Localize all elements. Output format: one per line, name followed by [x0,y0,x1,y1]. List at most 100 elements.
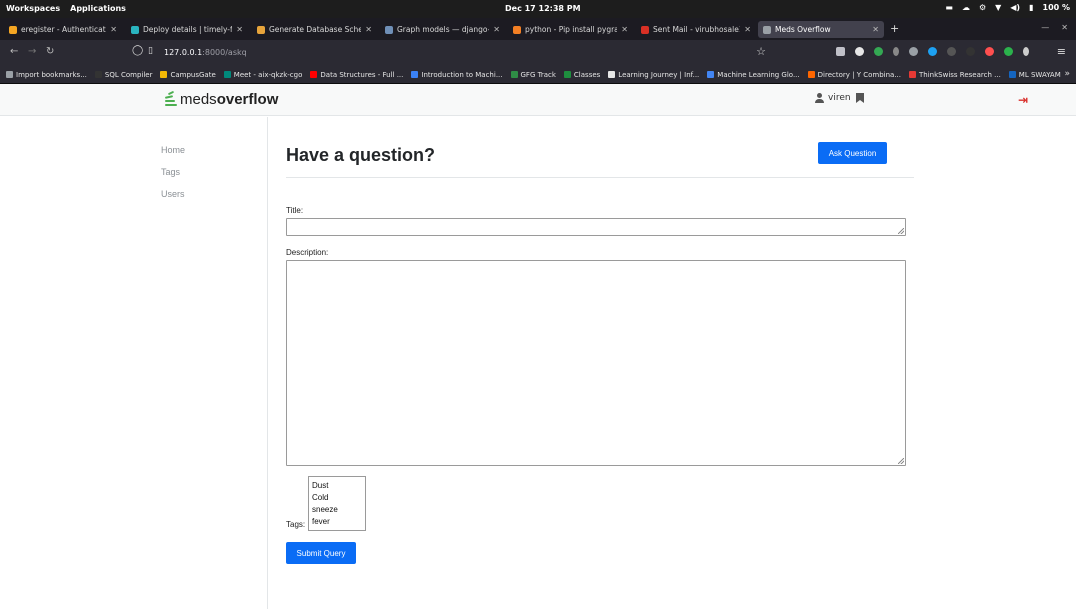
battery-percent: 100 % [1042,3,1071,12]
title-input[interactable] [286,218,906,236]
bookmark-icon [1008,71,1016,78]
tag-option[interactable]: fever [312,516,365,528]
hamburger-menu-icon[interactable]: ≡ [1057,45,1066,58]
bookmark-icon [6,71,13,78]
extensions-menu-icon[interactable] [1023,47,1029,56]
tab-title: Generate Database Schema [269,25,362,34]
user-profile-link[interactable]: viren [815,93,851,103]
tab-close-icon[interactable]: ✕ [872,25,879,34]
submit-query-button[interactable]: Submit Query [286,542,356,564]
bookmark-icon [160,71,168,78]
tags-multiselect[interactable]: Dust Cold sneeze fever [308,476,366,531]
browser-tab[interactable]: python - Pip install pygrap ✕ [508,21,633,38]
volume-icon[interactable]: ◀) [1010,3,1020,12]
url-text[interactable]: 127.0.0.1:8000/askq [164,48,247,57]
bookmark-item[interactable]: Import bookmarks... [6,71,87,79]
resize-grip-icon[interactable] [898,458,904,464]
tab-close-icon[interactable]: ✕ [621,25,628,34]
bookmark-item[interactable]: Classes [563,71,600,79]
extension-icon[interactable] [893,47,899,56]
tag-option[interactable]: Dust [312,480,365,492]
tag-option[interactable]: sneeze [312,504,365,516]
bookmark-star-icon[interactable]: ☆ [756,45,766,58]
bookmark-label: Machine Learning Glo... [717,70,800,79]
reload-icon[interactable]: ↻ [46,46,54,57]
extension-icon[interactable] [855,47,864,56]
browser-tab[interactable]: Deploy details | timely-flor ✕ [126,21,248,38]
pocket-icon[interactable] [836,47,845,56]
tab-close-icon[interactable]: ✕ [744,25,751,34]
extension-icon[interactable] [928,47,937,56]
back-arrow-icon[interactable]: ← [10,46,18,57]
resize-grip-icon[interactable] [898,228,904,234]
tab-title: Meds Overflow [775,25,831,34]
bookmark-item[interactable]: Directory | Y Combina... [807,71,901,79]
url-host: 127.0.0.1 [164,48,203,57]
bookmark-item[interactable]: ML SWAYAM [1008,71,1061,79]
browser-tab[interactable]: Graph models — django-ext ✕ [380,21,505,38]
site-header: medsoverflow viren ⇥ [0,84,1076,116]
bookmark-item[interactable]: SQL Compiler [94,70,153,79]
extension-icon[interactable] [966,47,975,56]
username: viren [828,93,851,103]
bookmark-label: GFG Track [520,70,556,79]
sidebar-item-users[interactable]: Users [161,189,185,199]
cloud-icon[interactable]: ☁ [962,3,970,12]
extension-icon[interactable] [947,47,956,56]
left-sidebar: Home Tags Users [0,117,268,609]
extension-icon[interactable] [909,47,918,56]
new-tab-icon[interactable]: + [890,22,899,35]
url-path: :8000/askq [202,48,247,57]
extension-icon[interactable] [1004,47,1013,56]
browser-tab[interactable]: Generate Database Schema ✕ [252,21,377,38]
bookmark-icon[interactable] [856,93,864,103]
ask-question-button[interactable]: Ask Question [818,142,887,164]
logout-icon[interactable]: ⇥ [1018,93,1028,107]
page-info-icon[interactable]: ▯ [148,46,153,56]
sidebar-item-tags[interactable]: Tags [161,167,180,177]
tab-close-icon[interactable]: ✕ [493,25,500,34]
tab-title: python - Pip install pygrap [525,25,618,34]
url-bar[interactable]: ◯ ▯ 127.0.0.1:8000/askq ☆ [128,44,768,62]
bookmark-item[interactable]: Data Structures - Full ... [310,71,403,79]
bookmark-item[interactable]: Introduction to Machi... [411,71,503,79]
browser-tab[interactable]: eregister - Authentication ✕ [4,21,122,38]
extension-icon[interactable] [985,47,994,56]
system-top-bar: Workspaces Applications Dec 17 12:38 PM … [0,0,1076,18]
bookmark-item[interactable]: GFG Track [510,70,556,79]
sidebar-item-home[interactable]: Home [161,145,185,155]
tab-title: Sent Mail - virubhosale112@ [653,25,740,34]
bookmark-item[interactable]: Meet - aix-qkzk-cgo [223,71,302,79]
bookmark-item[interactable]: Learning Journey | Inf... [608,71,699,79]
tab-close-icon[interactable]: ✕ [110,25,117,34]
battery-icon[interactable]: ▮ [1029,3,1033,12]
workspaces-button[interactable]: Workspaces [6,4,60,13]
description-textarea[interactable] [286,260,906,466]
bookmarks-bar: Import bookmarks... SQL Compiler CampusG… [0,66,1076,84]
system-clock[interactable]: Dec 17 12:38 PM [505,4,581,13]
bookmark-item[interactable]: CampusGate [160,71,216,79]
keyboard-icon[interactable]: ▬ [945,3,953,12]
logo-text: medsoverflow [180,91,278,108]
applications-button[interactable]: Applications [70,4,126,13]
tab-title: Graph models — django-ext [397,25,489,34]
tab-close-icon[interactable]: ✕ [365,25,372,34]
tracking-shield-icon[interactable]: ◯ [132,45,143,56]
wifi-icon[interactable]: ▼ [995,3,1001,12]
tab-close-icon[interactable]: ✕ [236,25,243,34]
forward-arrow-icon[interactable]: → [28,46,36,57]
bookmarks-overflow-icon[interactable]: » [1064,69,1070,79]
site-logo[interactable]: medsoverflow [164,89,278,109]
window-close-icon[interactable]: ✕ [1061,23,1068,32]
settings-gear-icon[interactable]: ⚙ [979,3,986,12]
bookmark-label: SQL Compiler [104,70,153,79]
extension-icon[interactable] [874,47,883,56]
minimize-icon[interactable]: — [1041,23,1049,32]
browser-tab-active[interactable]: Meds Overflow ✕ [758,21,884,38]
bookmark-item[interactable]: ThinkSwiss Research ... [909,71,1001,79]
bookmark-item[interactable]: Machine Learning Glo... [707,70,800,79]
bookmark-icon [707,71,715,78]
browser-tab[interactable]: Sent Mail - virubhosale112@ ✕ [636,21,756,38]
bookmark-icon [807,71,815,78]
tag-option[interactable]: Cold [312,492,365,504]
